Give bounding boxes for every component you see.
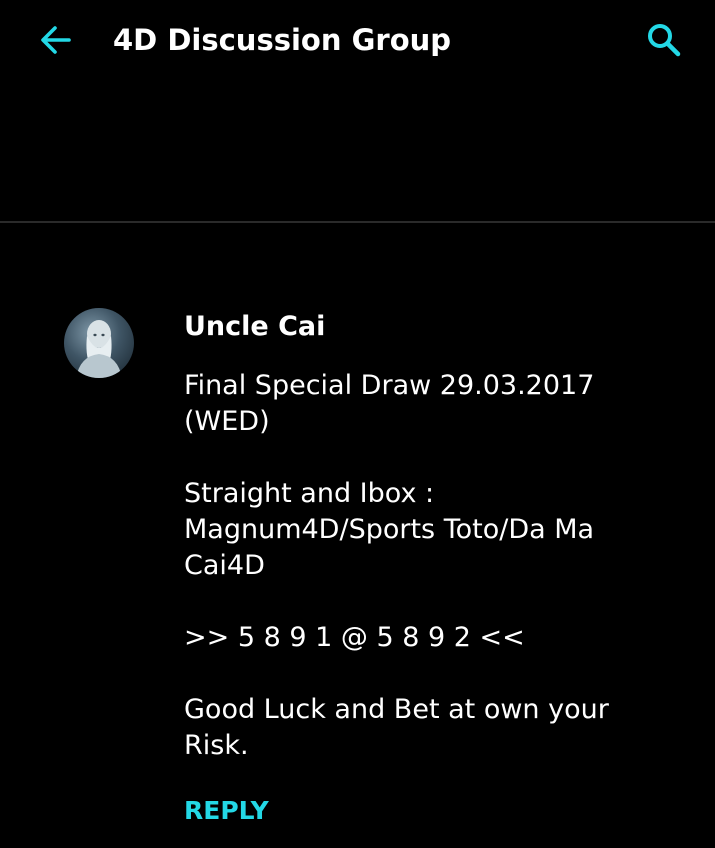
comment-item: Uncle Cai Final Special Draw 29.03.2017 …	[0, 223, 715, 848]
comment-paragraph: Straight and Ibox : Magnum4D/Sports Toto…	[184, 478, 595, 581]
comment-body: Final Special Draw 29.03.2017 (WED) Stra…	[184, 368, 654, 764]
comment-paragraph: >> 5 8 9 1 @ 5 8 9 2 <<	[184, 622, 525, 653]
reply-button[interactable]: REPLY	[184, 794, 269, 828]
search-icon	[648, 24, 681, 57]
back-button[interactable]	[30, 14, 82, 66]
comment-paragraph: Good Luck and Bet at own your Risk.	[184, 694, 609, 761]
page-title: 4D Discussion Group	[113, 23, 452, 57]
app-bar: 4D Discussion Group	[0, 0, 715, 80]
search-button[interactable]	[636, 12, 692, 68]
avatar[interactable]	[64, 308, 134, 378]
user-avatar-icon	[76, 320, 122, 378]
arrow-left-icon	[41, 26, 71, 54]
comment-author[interactable]: Uncle Cai	[184, 309, 325, 345]
comment-paragraph: Final Special Draw 29.03.2017 (WED)	[184, 370, 595, 437]
